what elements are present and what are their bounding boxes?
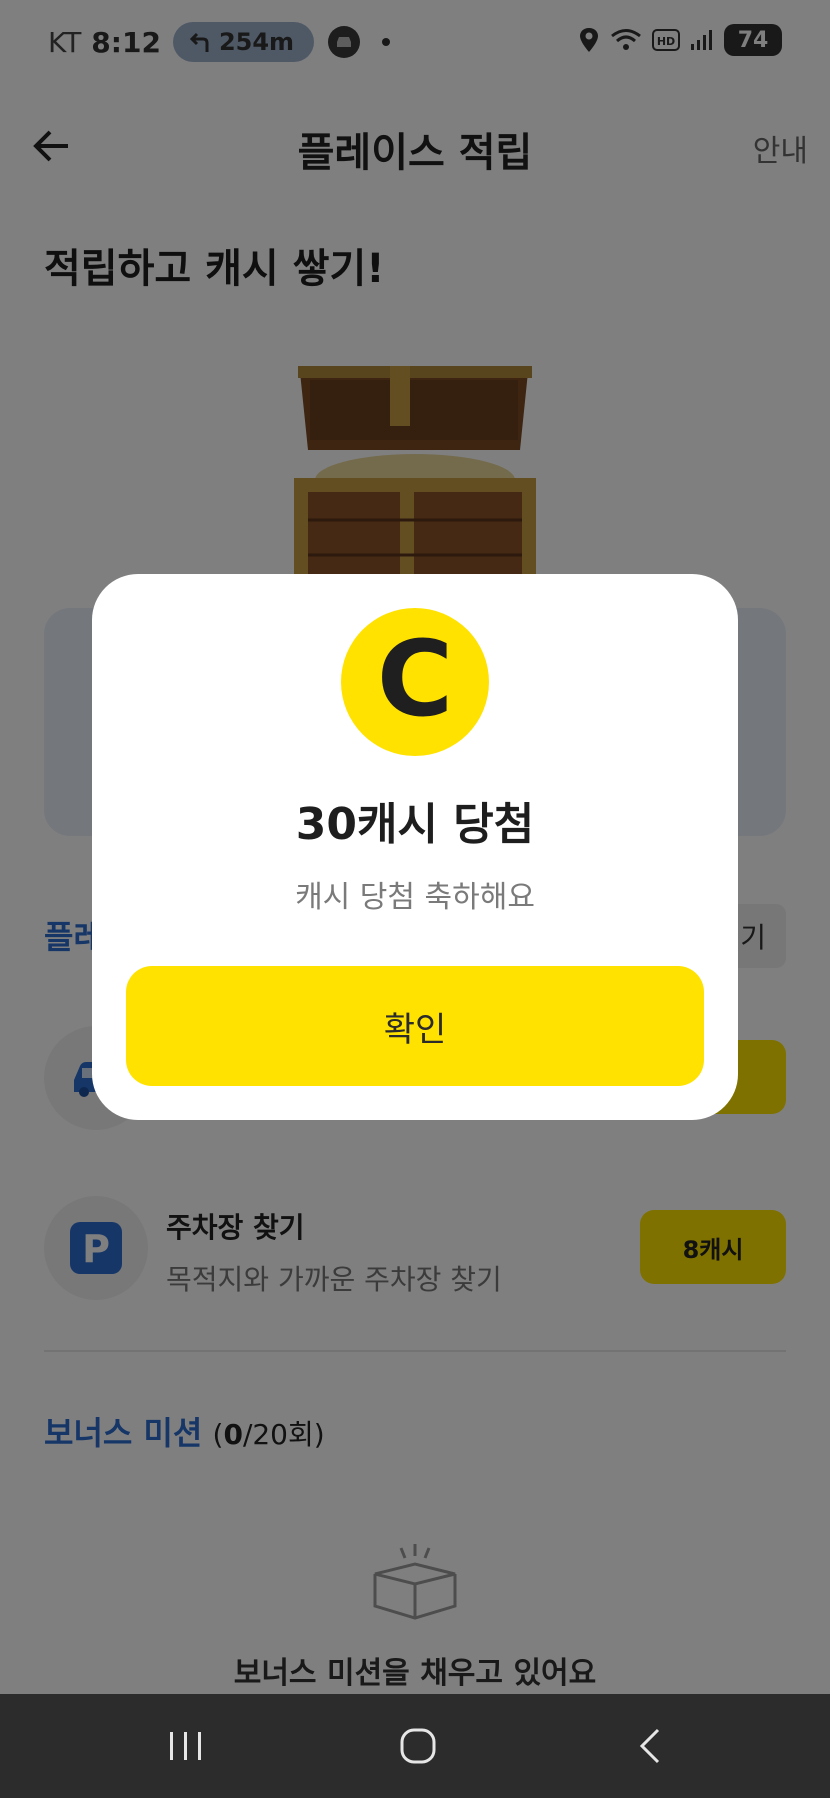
recent-apps-button[interactable] xyxy=(156,1716,216,1776)
coin-letter: C xyxy=(376,618,454,740)
cash-coin-icon: C xyxy=(341,608,489,756)
system-nav-bar xyxy=(0,1694,830,1798)
home-icon xyxy=(400,1728,436,1764)
recent-apps-icon xyxy=(170,1732,201,1760)
confirm-button[interactable]: 확인 xyxy=(126,966,704,1086)
back-nav-button[interactable] xyxy=(620,1716,680,1776)
dialog-title: 30캐시 당첨 xyxy=(295,799,535,850)
home-button[interactable] xyxy=(388,1716,448,1776)
back-chevron-icon xyxy=(639,1728,660,1764)
reward-result-dialog: C 30캐시 당첨 캐시 당첨 축하해요 확인 xyxy=(92,574,738,1120)
dialog-subtitle: 캐시 당첨 축하해요 xyxy=(295,880,535,915)
